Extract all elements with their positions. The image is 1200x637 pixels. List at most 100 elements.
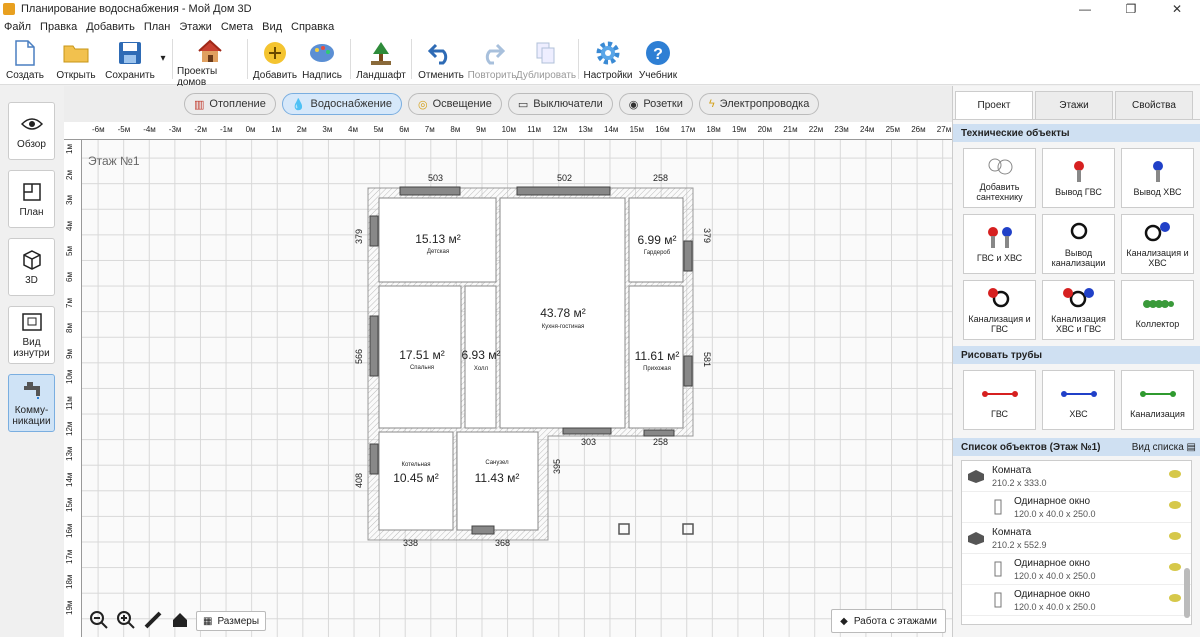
window[interactable] [516, 186, 611, 196]
create-button[interactable]: Создать [0, 35, 50, 83]
label-button[interactable]: Надпись [298, 35, 346, 83]
menu-file[interactable]: Файл [4, 21, 31, 33]
close-button[interactable]: ✕ [1154, 0, 1200, 18]
save-button[interactable]: Сохранить [102, 35, 158, 83]
collector-icon [1142, 292, 1174, 316]
gear-icon [594, 39, 622, 67]
undo-button[interactable]: Отменить [416, 35, 466, 83]
hot-water-pipe-button[interactable]: ГВС [963, 370, 1036, 430]
right-panel-tabs: Проект Этажи Свойства [953, 86, 1200, 120]
chevron-down-icon: ▾ [160, 53, 166, 64]
canvas-tools: ▦ Размеры [88, 610, 271, 631]
hot-water-outlet-button[interactable]: Вывод ГВС [1042, 148, 1115, 208]
ruler-button[interactable] [142, 611, 164, 631]
list-item[interactable]: Одинарное окно 120.0 x 40.0 x 250.0 [962, 585, 1191, 616]
toolbar: Создать Открыть Сохранить ▾ Проекты домо… [0, 35, 1200, 88]
communications-button[interactable]: Комму- никации [8, 374, 55, 432]
menu-floors[interactable]: Этажи [179, 21, 211, 33]
list-item[interactable]: Комната 210.2 x 333.0 [962, 461, 1191, 492]
list-scrollbar[interactable] [1184, 568, 1190, 618]
window[interactable] [643, 429, 675, 437]
list-item[interactable]: Комната 210.2 x 552.9 [962, 523, 1191, 554]
menu-bar: Файл Правка Добавить План Этажи Смета Ви… [0, 18, 1200, 35]
visibility-eye-icon[interactable] [1169, 470, 1181, 478]
menu-estimate[interactable]: Смета [221, 21, 253, 33]
menu-help[interactable]: Справка [291, 21, 334, 33]
visibility-eye-icon[interactable] [1169, 501, 1181, 509]
list-item[interactable]: Одинарное окно 120.0 x 40.0 x 250.0 [962, 492, 1191, 523]
collector-button[interactable]: Коллектор [1121, 280, 1194, 340]
tutorial-button[interactable]: ? Учебник [633, 35, 683, 83]
app-icon [3, 3, 15, 15]
home-button[interactable] [169, 611, 191, 631]
maximize-button[interactable]: ❐ [1108, 0, 1154, 18]
list-view-button[interactable]: Вид списка ▤ [1132, 442, 1196, 453]
window[interactable] [683, 355, 693, 387]
view-3d-button[interactable]: 3D [8, 238, 55, 296]
room-name-hall: Холл [474, 366, 489, 372]
floor-plan[interactable]: 503 502 258 379 566 408 379 581 303 258 … [64, 86, 952, 637]
window[interactable] [562, 427, 612, 435]
marker[interactable] [682, 523, 694, 535]
visibility-eye-icon[interactable] [1169, 532, 1181, 540]
cold-water-pipe-button[interactable]: ХВС [1042, 370, 1115, 430]
menu-edit[interactable]: Правка [40, 21, 77, 33]
room-name-living: Кухня-гостиная [542, 324, 584, 330]
svg-text:?: ? [653, 46, 663, 63]
room-name-bath: Санузел [485, 460, 509, 466]
window[interactable] [471, 525, 495, 535]
cold-water-valve-icon [1146, 160, 1170, 184]
window[interactable] [683, 240, 693, 272]
save-dropdown-arrow[interactable]: ▾ [158, 35, 168, 83]
window[interactable] [369, 315, 379, 377]
window[interactable] [399, 186, 461, 196]
menu-view[interactable]: Вид [262, 21, 282, 33]
menu-add[interactable]: Добавить [86, 21, 135, 33]
room-name-boiler: Котельная [401, 462, 430, 468]
objects-list[interactable]: Комната 210.2 x 333.0 Одинарное окно 120.0… [961, 460, 1192, 625]
window[interactable] [369, 215, 379, 247]
dim-right-1: 379 [702, 228, 712, 243]
tree-icon [367, 39, 395, 67]
sewage-cold-water-button[interactable]: Канализация и ХВС [1121, 214, 1194, 274]
faucet-icon [21, 379, 43, 401]
tab-project[interactable]: Проект [955, 91, 1033, 119]
sewage-hot-water-button[interactable]: Канализация и ГВС [963, 280, 1036, 340]
list-item[interactable]: Одинарное окно 120.0 x 40.0 x 250.0 [962, 554, 1191, 585]
zoom-out-button[interactable] [88, 610, 110, 631]
zoom-in-button[interactable] [115, 610, 137, 631]
sewage-pipe-button[interactable]: Канализация [1121, 370, 1194, 430]
sewage-outlet-button[interactable]: Вывод канализации [1042, 214, 1115, 274]
window[interactable] [369, 443, 379, 475]
floors-work-button[interactable]: ◆ Работа с этажами [831, 609, 946, 633]
tab-floors[interactable]: Этажи [1035, 91, 1113, 119]
settings-button[interactable]: Настройки [583, 35, 633, 83]
dimensions-button[interactable]: ▦ Размеры [196, 611, 267, 631]
inside-view-button[interactable]: Вид изнутри [8, 306, 55, 364]
landscape-button[interactable]: Ландшафт [355, 35, 407, 83]
add-button[interactable]: Добавить [252, 35, 298, 83]
blue-pipe-icon [1060, 382, 1097, 406]
cold-water-outlet-button[interactable]: Вывод ХВС [1121, 148, 1194, 208]
minimize-button[interactable]: — [1062, 0, 1108, 18]
dim-bottom-2: 368 [495, 538, 510, 548]
open-button[interactable]: Открыть [50, 35, 102, 83]
visibility-eye-icon[interactable] [1169, 594, 1181, 602]
visibility-eye-icon[interactable] [1169, 563, 1181, 571]
right-panel: Проект Этажи Свойства Технические объект… [952, 86, 1200, 637]
hot-cold-water-button[interactable]: ГВС и ХВС [963, 214, 1036, 274]
toolbar-divider [578, 39, 579, 79]
redo-button[interactable]: Повторить [466, 35, 518, 83]
plan-button[interactable]: План [8, 170, 55, 228]
eye-icon [20, 113, 43, 135]
duplicate-button[interactable]: Дублировать [516, 35, 576, 83]
add-plumbing-button[interactable]: Добавить сантехнику [963, 148, 1036, 208]
menu-plan[interactable]: План [144, 21, 171, 33]
overview-button[interactable]: Обзор [8, 102, 55, 160]
help-icon: ? [644, 39, 672, 67]
projects-button[interactable]: Проекты домов [177, 35, 243, 88]
sewage-cold-hot-button[interactable]: Канализация ХВС и ГВС [1042, 280, 1115, 340]
folder-icon [62, 39, 90, 67]
tab-properties[interactable]: Свойства [1115, 91, 1193, 119]
marker[interactable] [618, 523, 630, 535]
